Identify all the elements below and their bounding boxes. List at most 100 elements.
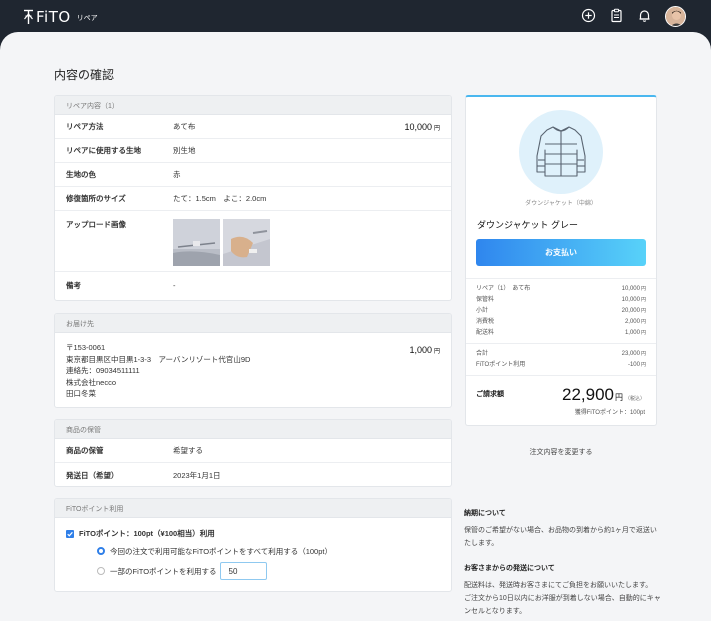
storage-label: 商品の保管 [66, 446, 104, 455]
bell-icon[interactable] [637, 8, 652, 23]
repair-color-value: 赤 [173, 170, 181, 179]
total-amount: 22,900円 （税込） [562, 385, 645, 405]
points-option-partial-row[interactable]: 一部のFiTOポイントを利用する [97, 560, 440, 582]
line-label: リペア（1） あて布 [476, 286, 531, 292]
summary-lines-2: 合計 23,000円 FiTOポイント利用 -100円 [476, 349, 646, 371]
use-points-label: FiTOポイント：100pt（¥100相当）利用 [79, 529, 215, 538]
product-category: ダウンジャケット（中綿） [525, 201, 597, 207]
repair-upload-label: アップロード画像 [66, 220, 126, 229]
yen-unit: 円 [640, 297, 646, 303]
repair-fabric-label: リペアに使用する生地 [66, 146, 141, 155]
repair-fabric-row: リペアに使用する生地 別生地 [55, 139, 451, 163]
repair-method-price: 10,000 円 [404, 122, 440, 132]
total-amount-value: 22,900 [561, 385, 614, 404]
yen-unit: 円 [640, 286, 646, 292]
repair-price-amount: 10,000 [404, 121, 432, 132]
phone-number: 連絡先：09034511111 [66, 366, 140, 376]
line-amount: 2,000 [624, 319, 640, 325]
logo-text: FiTO [36, 8, 71, 26]
summary-lines: リペア（1） あて布 10,000円 保管料 10,000円 小計 20,000円 消… [476, 284, 646, 339]
page-title: 内容の確認 [54, 68, 115, 82]
storage-card: 商品の保管 商品の保管 希望する 発送日（希望） 2023年1月1日 [54, 419, 452, 487]
notes: 納期について 保管のご希望がない場合、お品物の到着から約1ヶ月で返送いたします。… [464, 507, 662, 618]
yen-unit: 円 [640, 351, 646, 357]
line-label: 配送料 [476, 330, 495, 336]
points-option-all-radio[interactable] [97, 547, 105, 555]
repair-card: リペア内容（1） リペア方法 あて布 10,000 円 リペアに使用する生地 別生… [54, 95, 452, 301]
repair-size-value: たて：1.5cm よこ：2.0cm [173, 194, 267, 203]
company-name: 株式会社necco [66, 377, 117, 387]
uploaded-image-1[interactable] [173, 219, 220, 266]
logo[interactable]: FiTO リペア [23, 8, 98, 26]
use-points-checkbox-row[interactable]: FiTOポイント：100pt（¥100相当）利用 [66, 526, 440, 541]
storage-row: 商品の保管 希望する [55, 439, 451, 463]
points-option-partial-label: 一部のFiTOポイントを利用する [110, 566, 217, 576]
summary-line: 消費税 2,000円 [476, 317, 646, 328]
repair-upload-row: アップロード画像 [55, 211, 451, 272]
pay-button[interactable]: お支払い [476, 239, 646, 266]
address-line: 東京都目黒区中目黒1-3-3 アーバンリゾート代官山9D [66, 354, 251, 364]
line-label: 合計 [476, 351, 489, 357]
yen-unit: 円 [640, 308, 646, 314]
uploaded-image-2[interactable] [223, 219, 270, 266]
line-label: 消費税 [476, 319, 495, 325]
partial-points-input[interactable] [219, 562, 267, 580]
plus-circle-icon[interactable] [581, 8, 596, 23]
storage-value: 希望する [173, 446, 203, 455]
line-amount: 10,000 [621, 286, 640, 292]
storage-section-title: 商品の保管 [55, 420, 451, 439]
points-option-all-label: 今回の注文で利用可能なFiTOポイントをすべて利用する（100pt） [110, 546, 332, 556]
down-jacket-icon [536, 126, 586, 177]
ship-date-value: 2023年1月1日 [173, 470, 221, 480]
product-name: ダウンジャケット グレー [477, 220, 579, 230]
line-label: FiTOポイント利用 [476, 362, 526, 368]
points-card: FiTOポイント利用 FiTOポイント：100pt（¥100相当）利用 今回の注… [54, 498, 452, 592]
shipping-note-text-1: 配送料は、発送時お客さまにてご負担をお願いいたします。 [464, 582, 653, 589]
tax-note: （税込） [624, 396, 645, 402]
top-bar: FiTO リペア [0, 0, 711, 32]
points-body: FiTOポイント：100pt（¥100相当）利用 今回の注文で利用可能なFiTO… [55, 518, 451, 590]
order-summary: ダウンジャケット（中綿） ダウンジャケット グレー お支払い リペア（1） あて… [465, 95, 657, 426]
recipient-name: 田口冬菜 [66, 389, 96, 399]
points-option-all-row[interactable]: 今回の注文で利用可能なFiTOポイントをすべて利用する（100pt） [97, 542, 440, 560]
avatar[interactable] [665, 6, 686, 27]
clipboard-icon[interactable] [609, 8, 624, 23]
summary-line: 合計 23,000円 [476, 349, 646, 360]
repair-fabric-value: 別生地 [173, 146, 196, 155]
line-label: 小計 [476, 308, 489, 314]
yen-unit: 円 [640, 319, 646, 325]
repair-color-label: 生地の色 [66, 170, 96, 179]
repair-note-label: 備考 [66, 280, 81, 290]
earned-points: 獲得FiTOポイント：100pt [574, 410, 645, 416]
summary-divider [466, 375, 656, 376]
line-amount: 23,000 [621, 351, 640, 357]
shipping-price: 1,000 円 [409, 345, 440, 359]
points-option-partial-radio[interactable] [97, 567, 105, 575]
summary-divider [466, 343, 656, 344]
change-order-link[interactable]: 注文内容を変更する [465, 447, 657, 457]
upload-images [173, 219, 440, 268]
repair-size-row: 修復箇所のサイズ たて：1.5cm よこ：2.0cm [55, 187, 451, 211]
summary-line: 配送料 1,000円 [476, 328, 646, 339]
repair-section-title: リペア内容（1） [55, 96, 451, 115]
shipping-card: お届け先 〒153-0061 東京都目黒区中目黒1-3-3 アーバンリゾート代官… [54, 313, 452, 408]
fito-logo-icon [23, 9, 34, 25]
postal-code: 〒153-0061 [66, 343, 106, 352]
shipping-section-title: お届け先 [55, 314, 451, 333]
line-amount: 1,000 [624, 330, 640, 336]
yen-unit: 円 [640, 330, 646, 336]
yen-unit: 円 [640, 362, 646, 368]
delivery-note-title: 納期について [464, 510, 506, 517]
delivery-note-text: 保管のご希望がない場合、お品物の到着から約1ヶ月で返送いたします。 [464, 527, 657, 547]
line-amount: 20,000 [621, 308, 640, 314]
shipping-note-title: お客さまからの発送について [464, 565, 555, 572]
summary-line: FiTOポイント利用 -100円 [476, 360, 646, 371]
line-label: 保管料 [476, 297, 495, 303]
summary-line: 小計 20,000円 [476, 306, 646, 317]
repair-note-row: 備考 - [55, 272, 451, 298]
repair-method-label: リペア方法 [66, 122, 104, 131]
repair-method-value: あて布 [173, 122, 196, 131]
use-points-checkbox[interactable] [66, 529, 74, 538]
yen-unit: 円 [433, 125, 440, 132]
summary-line: リペア（1） あて布 10,000円 [476, 284, 646, 295]
